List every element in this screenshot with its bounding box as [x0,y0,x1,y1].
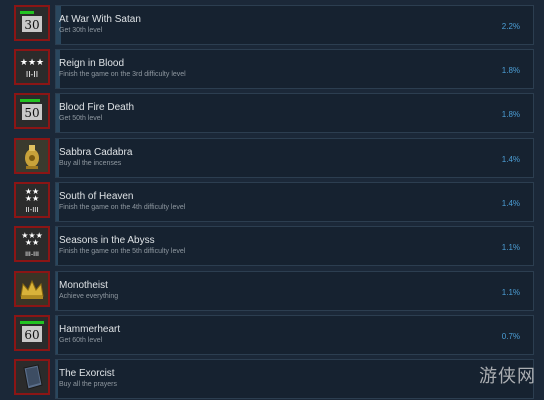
achievement-title: Hammerheart [59,324,121,335]
crown-icon [14,271,50,307]
unlock-percent: 1.1% [501,243,520,252]
achievement-description: Get 50th level [59,115,103,122]
incense-icon [14,138,50,174]
unlock-percent: 1.8% [501,110,520,119]
achievement-row[interactable]: 60 Hammerheart Get 60th level 0.7% [10,315,534,355]
svg-text:★★: ★★ [25,238,39,247]
progress-bar [55,359,534,399]
achievement-row[interactable]: ★★★ ★★ III-III Seasons in the Abyss Fini… [10,226,534,266]
difficulty-badge: II-II [26,70,38,79]
progress-bar [55,182,534,222]
difficulty-5-icon: ★★★ ★★ III-III [14,226,50,262]
achievement-row[interactable]: Sabbra Cadabra Buy all the incenses 1.4% [10,138,534,178]
achievement-row[interactable]: The Exorcist Buy all the prayers [10,359,534,399]
svg-text:★★★: ★★★ [20,58,44,68]
level-badge: 60 [24,328,39,342]
achievement-title: Reign in Blood [59,58,125,69]
level-30-icon: 30 [14,5,50,41]
progress-bar [55,93,534,133]
achievement-title: Seasons in the Abyss [59,235,155,246]
achievement-description: Finish the game on the 3rd difficulty le… [59,71,186,78]
achievement-title: The Exorcist [59,368,115,379]
level-50-icon: 50 [14,93,50,129]
watermark: 游侠网 [479,366,536,387]
achievement-row[interactable]: Monotheist Achieve everything 1.1% [10,271,534,311]
progress-bar [55,138,534,178]
achievement-list: 30 At War With Satan Get 30th level 2.2%… [0,0,544,400]
achievement-row[interactable]: 50 Blood Fire Death Get 50th level 1.8% [10,93,534,133]
level-60-icon: 60 [14,315,50,351]
achievement-description: Get 60th level [59,337,103,344]
achievement-row[interactable]: 30 At War With Satan Get 30th level 2.2% [10,5,534,45]
svg-text:★★: ★★ [25,194,39,203]
unlock-percent: 1.8% [501,66,520,75]
unlock-percent: 1.4% [501,155,520,164]
achievement-title: Monotheist [59,280,108,291]
progress-bar [55,315,534,355]
achievement-description: Finish the game on the 5th difficulty le… [59,248,186,255]
achievement-description: Get 30th level [59,27,103,34]
achievement-description: Buy all the prayers [59,381,117,388]
unlock-percent: 0.7% [501,332,520,341]
progress-bar [55,49,534,89]
unlock-percent: 2.2% [501,22,520,31]
achievement-title: South of Heaven [59,191,134,202]
achievement-description: Achieve everything [59,293,119,300]
difficulty-badge: II-III [26,206,39,214]
difficulty-badge: III-III [25,250,39,258]
difficulty-3-icon: ★★★ II-II [14,49,50,85]
achievement-row[interactable]: ★★ ★★ II-III South of Heaven Finish the … [10,182,534,222]
progress-bar [55,271,534,311]
level-badge: 50 [24,106,39,120]
unlock-percent: 1.1% [501,288,520,297]
achievement-title: Sabbra Cadabra [59,147,133,158]
progress-bar [55,226,534,266]
achievement-row[interactable]: ★★★ II-II Reign in Blood Finish the game… [10,49,534,89]
difficulty-4-icon: ★★ ★★ II-III [14,182,50,218]
achievement-title: Blood Fire Death [59,102,135,113]
prayer-book-icon [14,359,50,395]
progress-bar [55,5,534,45]
achievement-title: At War With Satan [59,14,141,25]
achievement-description: Finish the game on the 4th difficulty le… [59,204,186,211]
level-badge: 30 [24,18,39,32]
unlock-percent: 1.4% [501,199,520,208]
achievement-description: Buy all the incenses [59,160,122,167]
